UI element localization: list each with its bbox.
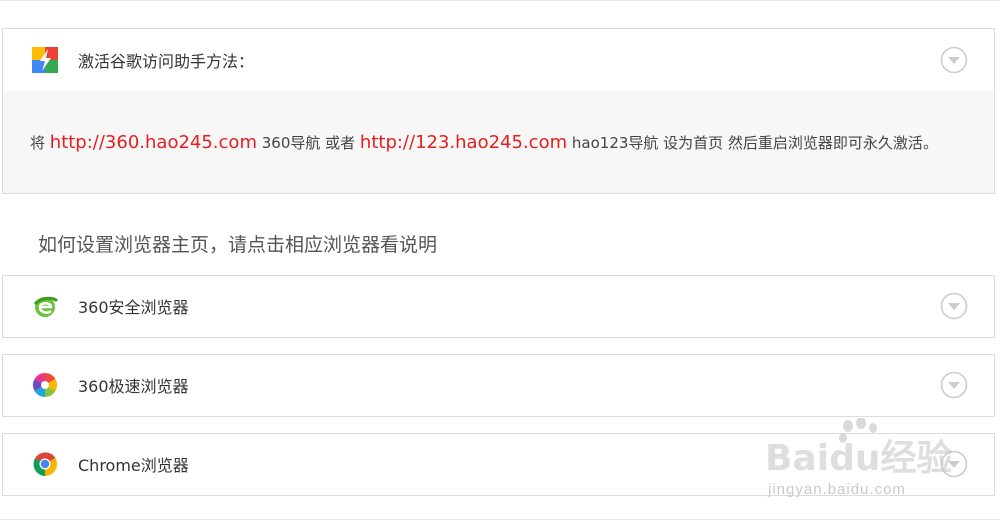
activation-panel-title: 激活谷歌访问助手方法： bbox=[78, 52, 255, 71]
chevron-down-icon[interactable] bbox=[940, 450, 968, 478]
browser-panel-header[interactable]: 360极速浏览器 bbox=[3, 355, 994, 415]
chrome-icon bbox=[33, 452, 58, 476]
chevron-down-icon[interactable] bbox=[940, 46, 968, 74]
chevron-down-icon[interactable] bbox=[940, 292, 968, 320]
360-speed-browser-icon bbox=[32, 373, 58, 397]
hao245-123-link[interactable]: http://123.hao245.com bbox=[360, 132, 567, 153]
hao245-360-link[interactable]: http://360.hao245.com bbox=[50, 132, 257, 153]
instruction-suffix: hao123导航 设为首页 然后重启浏览器即可永久激活。 bbox=[567, 134, 938, 152]
google-access-helper-icon bbox=[32, 47, 58, 73]
browser-label: 360极速浏览器 bbox=[78, 377, 189, 396]
instruction-prefix: 将 bbox=[30, 134, 50, 152]
watermark-url: jingyan.baidu.com bbox=[768, 481, 906, 498]
section-title: 如何设置浏览器主页，请点击相应浏览器看说明 bbox=[38, 234, 438, 256]
browser-label: Chrome浏览器 bbox=[78, 456, 189, 475]
instruction-mid: 360导航 或者 bbox=[256, 134, 360, 152]
activation-panel-header[interactable]: 激活谷歌访问助手方法： bbox=[3, 29, 994, 91]
browser-panel-360-speed[interactable]: 360极速浏览器 bbox=[2, 354, 995, 417]
bottom-divider bbox=[0, 519, 1000, 520]
browser-panel-360-safe[interactable]: 360安全浏览器 bbox=[2, 275, 995, 338]
top-divider bbox=[0, 0, 1000, 1]
360-safe-browser-icon bbox=[33, 296, 59, 317]
activation-instructions: 将 http://360.hao245.com 360导航 或者 http://… bbox=[3, 91, 994, 193]
browser-label: 360安全浏览器 bbox=[78, 298, 189, 317]
browser-panel-header[interactable]: 360安全浏览器 bbox=[3, 276, 994, 336]
activation-panel: 激活谷歌访问助手方法： 将 http://360.hao245.com 360导… bbox=[2, 28, 995, 194]
chevron-down-icon[interactable] bbox=[940, 371, 968, 399]
